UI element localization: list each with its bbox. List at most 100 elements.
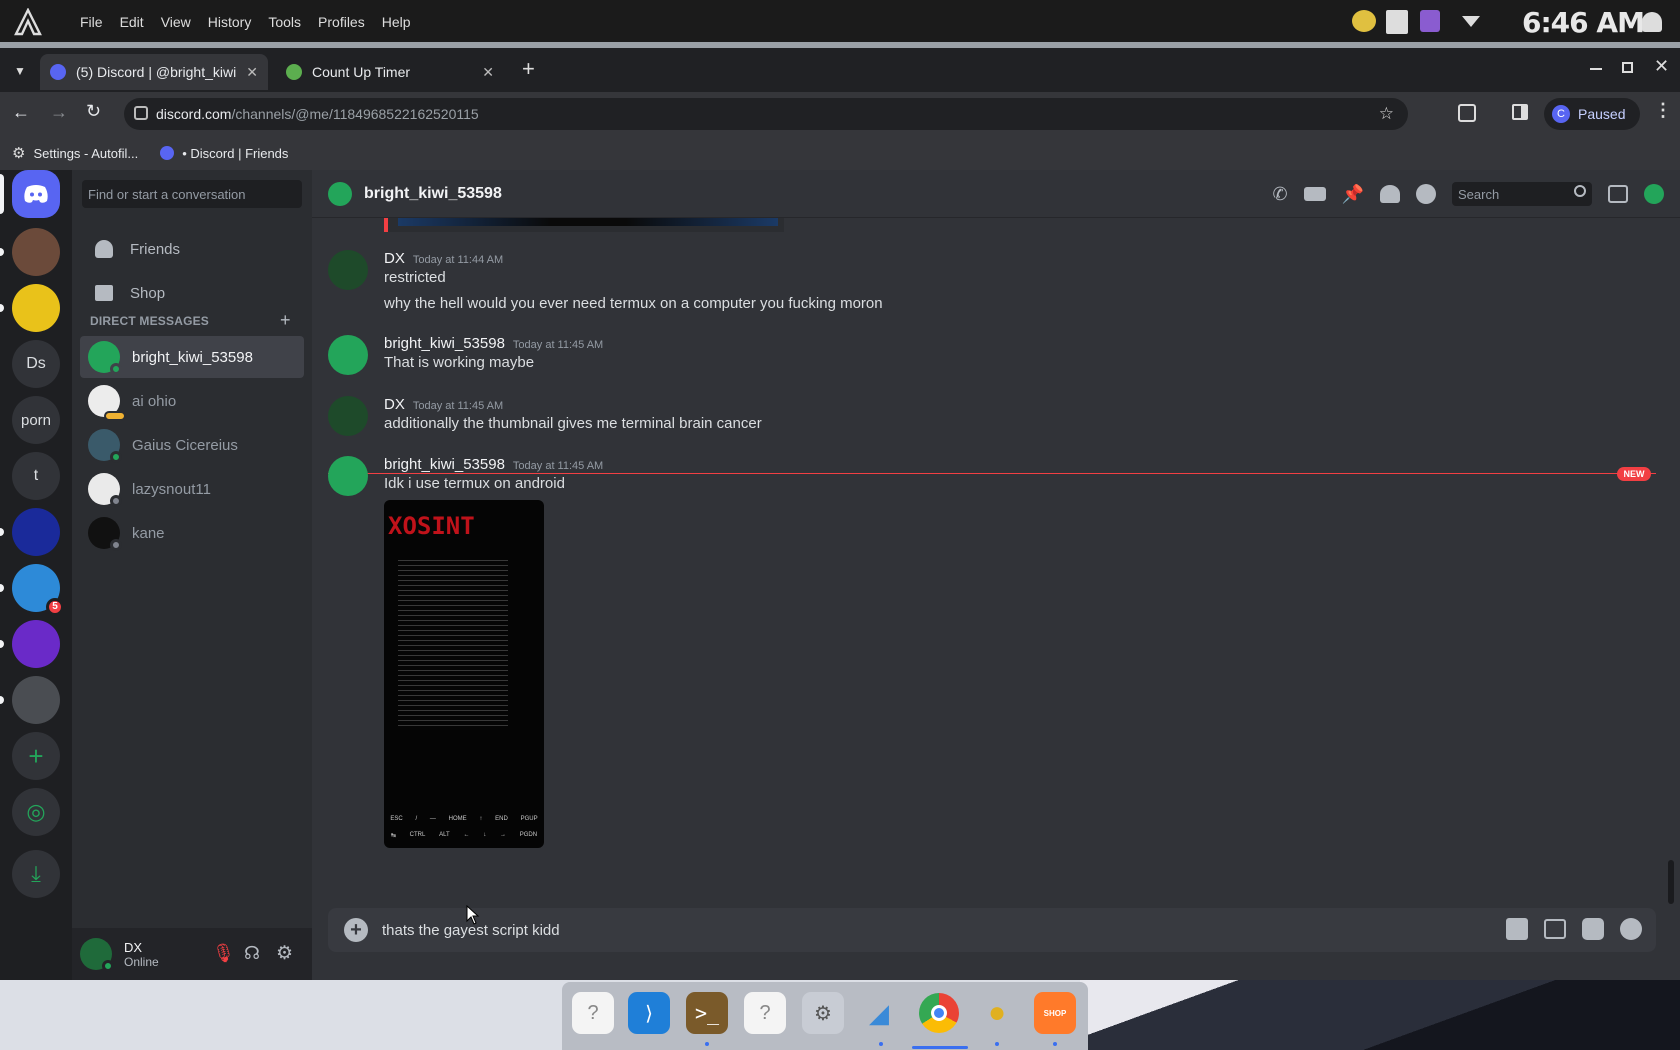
avatar[interactable] — [328, 396, 368, 436]
clipboard-tray-icon[interactable] — [1386, 10, 1408, 34]
voice-call-icon[interactable]: ✆ — [1272, 184, 1287, 205]
help-icon[interactable] — [1644, 184, 1664, 204]
mute-icon[interactable]: 🎙 — [212, 943, 235, 964]
reload-icon[interactable]: ↻ — [86, 101, 101, 122]
running-indicator — [995, 1042, 999, 1046]
message-text: why the hell would you ever need termux … — [384, 295, 883, 312]
server-ds[interactable]: Ds — [12, 340, 60, 388]
tab-count-up-timer[interactable]: Count Up Timer ✕ — [276, 54, 504, 90]
kebab-menu-icon[interactable]: ⋮ — [1654, 100, 1672, 121]
side-panel-icon[interactable] — [1512, 104, 1528, 120]
unknown-app-icon[interactable]: ? — [572, 992, 614, 1034]
app-logo-icon[interactable] — [14, 8, 42, 36]
dm-item-ai-ohio[interactable]: ai ohio — [80, 380, 304, 422]
menu-help[interactable]: Help — [382, 14, 411, 30]
avatar[interactable] — [328, 250, 368, 290]
server-icon[interactable] — [12, 228, 60, 276]
server-icon[interactable] — [12, 284, 60, 332]
running-indicator — [705, 1042, 709, 1046]
forward-icon[interactable]: → — [50, 102, 68, 123]
headphones-icon[interactable]: ☊ — [244, 943, 260, 964]
bee-tray-icon[interactable] — [1352, 10, 1376, 32]
sticker-icon[interactable] — [1582, 918, 1604, 940]
scrollbar[interactable] — [1668, 860, 1674, 904]
vscode-icon[interactable]: ⟩ — [628, 992, 670, 1034]
download-apps-icon[interactable]: ⤓ — [12, 850, 60, 898]
gear-icon[interactable]: ⚙ — [276, 942, 293, 965]
server-icon[interactable] — [12, 620, 60, 668]
settings-icon[interactable]: ⚙ — [802, 992, 844, 1034]
gif-icon[interactable] — [1544, 919, 1566, 939]
message-author[interactable]: bright_kiwi_53598 — [384, 456, 505, 473]
add-attachment-icon[interactable]: + — [344, 918, 368, 942]
tab-discord[interactable]: (5) Discord | @bright_kiwi ✕ — [40, 54, 268, 90]
bookmark-discord-friends[interactable]: • Discord | Friends — [160, 146, 288, 161]
address-bar[interactable]: discord.com/channels/@me/118496852216252… — [124, 98, 1408, 130]
shop-app-icon[interactable]: SHOP — [1034, 992, 1076, 1034]
user-profile-icon[interactable] — [1416, 184, 1436, 204]
server-icon[interactable]: 5 — [12, 564, 64, 616]
create-dm-icon[interactable]: + — [280, 310, 291, 331]
server-t[interactable]: t — [12, 452, 60, 500]
maximize-icon[interactable] — [1622, 62, 1633, 73]
avatar[interactable] — [328, 456, 368, 496]
notification-bell-icon[interactable] — [1642, 12, 1662, 32]
emoji-icon[interactable] — [1620, 918, 1642, 940]
inbox-icon[interactable] — [1608, 185, 1628, 203]
gift-icon[interactable] — [1506, 918, 1528, 940]
dm-item-gaius[interactable]: Gaius Cicereius — [80, 424, 304, 466]
extensions-icon[interactable] — [1458, 104, 1476, 122]
tab-list-chevron-icon[interactable]: ▼ — [14, 64, 26, 78]
menu-view[interactable]: View — [161, 14, 191, 30]
chevron-down-icon[interactable] — [1462, 16, 1480, 27]
chat-search-placeholder: Search — [1458, 187, 1500, 202]
explore-servers-icon[interactable]: ◎ — [12, 788, 60, 836]
terminal-icon[interactable]: >_ — [686, 992, 728, 1034]
add-server-icon[interactable]: + — [12, 732, 60, 780]
dm-item-kane[interactable]: kane — [80, 512, 304, 554]
dm-item-bright-kiwi[interactable]: bright_kiwi_53598 — [80, 336, 304, 378]
dolphin-icon[interactable]: ◢ — [858, 992, 900, 1034]
back-icon[interactable]: ← — [12, 102, 30, 123]
discord-favicon-icon — [160, 146, 175, 160]
message-author[interactable]: bright_kiwi_53598 — [384, 335, 505, 352]
pin-icon[interactable]: 📌 — [1342, 184, 1364, 205]
menu-tools[interactable]: Tools — [268, 14, 301, 30]
timer-favicon-icon — [286, 64, 302, 80]
avatar[interactable] — [80, 938, 114, 972]
video-call-icon[interactable] — [1303, 187, 1326, 201]
message-author[interactable]: DX — [384, 250, 405, 267]
shop-nav[interactable]: Shop — [80, 272, 304, 314]
chrome-icon[interactable] — [918, 992, 960, 1034]
message-author[interactable]: DX — [384, 396, 405, 413]
server-icon[interactable] — [12, 676, 60, 724]
message-composer[interactable]: + thats the gayest script kidd — [328, 908, 1656, 952]
friends-nav[interactable]: Friends — [80, 228, 304, 270]
new-tab-icon[interactable]: + — [522, 56, 535, 82]
window-close-icon[interactable]: ✕ — [1654, 56, 1669, 77]
discord-home-icon[interactable] — [12, 170, 60, 218]
minimize-icon[interactable] — [1590, 68, 1602, 70]
server-porn[interactable]: porn — [12, 396, 60, 444]
menu-edit[interactable]: Edit — [120, 14, 144, 30]
site-info-icon[interactable] — [134, 106, 148, 120]
menu-profiles[interactable]: Profiles — [318, 14, 365, 30]
avatar[interactable] — [328, 335, 368, 375]
dm-item-lazysnout[interactable]: lazysnout11 — [80, 468, 304, 510]
close-icon[interactable]: ✕ — [482, 64, 494, 81]
menu-file[interactable]: File — [80, 14, 103, 30]
vpn-tray-icon[interactable] — [1420, 10, 1440, 32]
add-friends-icon[interactable] — [1380, 185, 1400, 203]
unknown-app-icon[interactable]: ? — [744, 992, 786, 1034]
server-icon[interactable] — [12, 508, 60, 556]
profile-paused-button[interactable]: C Paused — [1544, 98, 1640, 130]
close-icon[interactable]: ✕ — [246, 64, 258, 81]
message-group: DX Today at 11:45 AM additionally the thu… — [328, 396, 1658, 446]
image-attachment[interactable]: XOSINT ESC / — HOME ↑ END PGUP ↹ CTRL ALT ← ↓ → PGDN — [384, 500, 544, 848]
bookmark-star-icon[interactable]: ☆ — [1379, 104, 1394, 124]
bee-app-icon[interactable]: ● — [976, 992, 1018, 1034]
menu-history[interactable]: History — [208, 14, 252, 30]
chat-search-input[interactable]: Search — [1452, 182, 1592, 206]
find-conversation-input[interactable]: Find or start a conversation — [82, 180, 302, 208]
bookmark-settings[interactable]: ⚙ Settings - Autofil... — [12, 144, 138, 162]
